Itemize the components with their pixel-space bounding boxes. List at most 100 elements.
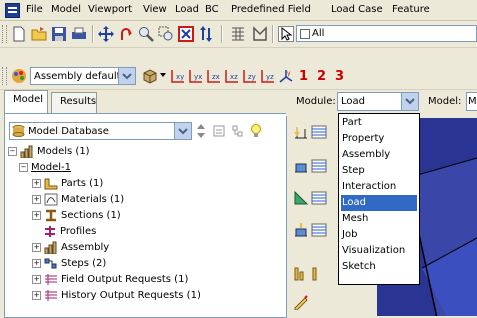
menu-file[interactable]: File (26, 4, 43, 15)
tab-model[interactable]: Model (4, 90, 48, 113)
parts-icon (44, 178, 58, 189)
models-icon (20, 145, 33, 158)
module-option-job[interactable]: Job (341, 227, 417, 243)
create-load-icon[interactable] (293, 124, 309, 140)
pan-icon[interactable] (98, 26, 114, 42)
view-zx-icon[interactable]: zx (206, 68, 222, 84)
expand-tree-icon[interactable] (231, 124, 245, 138)
tree-parts[interactable]: + Parts (1) (32, 176, 103, 192)
collapse-icon[interactable]: − (8, 146, 17, 156)
view-1-button[interactable]: 1 (299, 69, 308, 84)
view-yx-icon[interactable]: yx (188, 68, 204, 84)
chevron-down-icon[interactable] (118, 68, 135, 84)
tree-field-output[interactable]: + Field Output Requests (1) (32, 272, 188, 288)
module-option-visualization[interactable]: Visualization (341, 243, 417, 259)
field-output-icon (45, 273, 57, 285)
module-select[interactable]: Load (337, 92, 419, 111)
tree-models[interactable]: − Models (1) (8, 144, 90, 160)
model-database-select[interactable]: Model Database (9, 122, 192, 140)
module-option-step[interactable]: Step (341, 163, 417, 179)
load-manager-icon[interactable] (311, 124, 327, 140)
new-file-icon[interactable] (11, 26, 27, 42)
view-3-button[interactable]: 3 (335, 69, 344, 84)
module-option-part[interactable]: Part (341, 115, 417, 131)
database-icon (12, 125, 25, 137)
zoom-icon[interactable] (138, 26, 154, 42)
lightbulb-icon[interactable] (249, 123, 263, 139)
module-option-load[interactable]: Load (341, 195, 417, 211)
load-case-manager-icon[interactable] (311, 222, 327, 238)
menu-load[interactable]: Load (175, 4, 199, 15)
render-style-icon[interactable] (142, 68, 158, 84)
cycle-views-icon[interactable] (198, 26, 214, 42)
create-predefined-field-icon[interactable] (293, 190, 309, 206)
tree-model-1[interactable]: − Model-1 (19, 160, 71, 176)
expand-icon[interactable]: + (32, 274, 41, 284)
module-option-property[interactable]: Property (341, 131, 417, 147)
up-down-arrows-icon[interactable] (196, 123, 206, 139)
tree-sections[interactable]: + Sections (1) (32, 208, 121, 224)
iso-view-icon[interactable]: y (278, 68, 294, 84)
amplitude-manager-icon[interactable] (311, 266, 327, 282)
menu-predefined-field[interactable]: Predefined Field (231, 4, 311, 15)
amplitude-icon[interactable] (293, 266, 309, 282)
print-icon[interactable] (71, 26, 87, 42)
plot-icon[interactable] (252, 26, 268, 42)
model-select[interactable]: M (466, 92, 477, 111)
tree-profiles[interactable]: Profiles (43, 224, 96, 240)
auto-fit-icon[interactable] (178, 26, 194, 42)
app-menu-icon[interactable] (5, 3, 20, 18)
open-folder-icon[interactable] (31, 26, 47, 42)
selection-filter[interactable]: All (296, 25, 477, 42)
color-mapping-select[interactable]: Assembly defaults (30, 67, 136, 85)
chevron-down-icon[interactable] (401, 93, 418, 110)
expand-icon[interactable]: + (32, 194, 41, 204)
menu-feature[interactable]: Feature (392, 4, 430, 15)
query-table-icon[interactable] (230, 26, 246, 42)
tree-assembly[interactable]: + Assembly (32, 240, 109, 256)
color-code-icon[interactable] (11, 68, 27, 84)
create-load-case-icon[interactable] (293, 222, 309, 238)
field-manager-icon[interactable] (311, 190, 327, 206)
view-2-button[interactable]: 2 (317, 69, 326, 84)
view-xy-icon[interactable]: xy (170, 68, 186, 84)
tab-results[interactable]: Results (51, 92, 97, 113)
menu-view[interactable]: View (143, 4, 167, 15)
view-zy-icon[interactable]: zy (242, 68, 258, 84)
rotate-icon[interactable] (118, 26, 134, 42)
expand-icon[interactable]: + (32, 178, 41, 188)
module-option-mesh[interactable]: Mesh (341, 211, 417, 227)
box-zoom-icon[interactable] (158, 26, 174, 42)
expand-icon[interactable]: + (32, 242, 41, 252)
view-xz-icon[interactable]: xz (224, 68, 240, 84)
view-yz-icon[interactable]: yz (260, 68, 276, 84)
module-option-interaction[interactable]: Interaction (341, 179, 417, 195)
tree-steps[interactable]: + Steps (2) (32, 256, 106, 272)
collapse-icon[interactable]: − (19, 162, 28, 172)
expand-icon[interactable]: + (32, 210, 41, 220)
select-arrow-icon[interactable] (278, 26, 294, 42)
svg-text:y: y (287, 70, 291, 77)
menu-viewport[interactable]: Viewport (88, 4, 132, 15)
chevron-down-icon[interactable] (160, 73, 166, 77)
menu-load-case[interactable]: Load Case (331, 4, 383, 15)
tree-history-output-label: History Output Requests (1) (61, 290, 201, 301)
filter-tree-icon[interactable] (212, 124, 226, 138)
tree-history-output[interactable]: + History Output Requests (1) (32, 288, 201, 304)
expand-icon[interactable]: + (32, 290, 41, 300)
materials-icon (44, 193, 58, 205)
save-icon[interactable] (51, 26, 67, 42)
toolbar-grip[interactable] (2, 67, 7, 85)
expand-icon[interactable]: + (32, 258, 41, 268)
menu-bc[interactable]: BC (205, 4, 219, 15)
menu-model[interactable]: Model (51, 4, 81, 15)
module-option-assembly[interactable]: Assembly (341, 147, 417, 163)
toolbar-grip[interactable] (2, 25, 7, 43)
create-bc-icon[interactable] (293, 158, 309, 174)
module-option-sketch[interactable]: Sketch (341, 259, 417, 275)
analytical-field-icon[interactable] (293, 294, 309, 310)
bc-manager-icon[interactable] (311, 158, 327, 174)
chevron-down-icon[interactable] (174, 123, 191, 139)
model-database-label: Model Database (28, 126, 109, 137)
tree-materials[interactable]: + Materials (1) (32, 192, 124, 208)
